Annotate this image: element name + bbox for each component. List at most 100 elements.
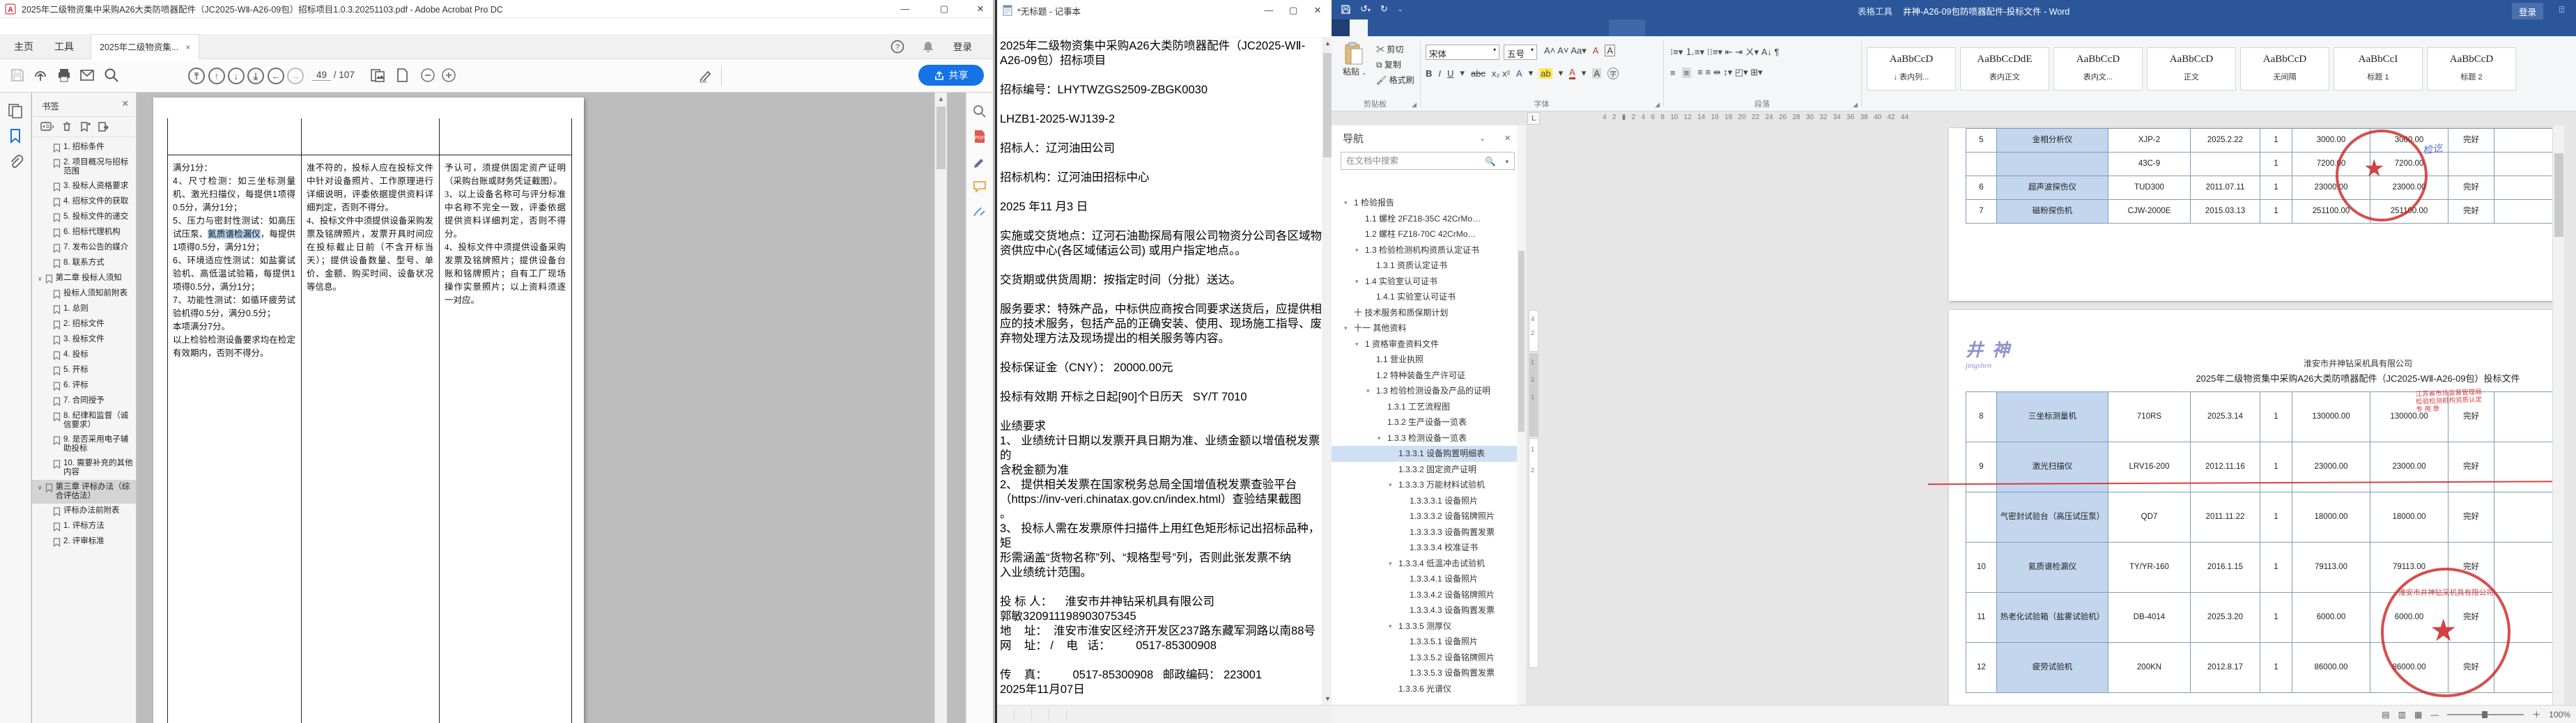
document-scrollbar[interactable] — [2552, 125, 2564, 705]
nav-caret-icon[interactable] — [1400, 634, 1407, 650]
nav-caret-icon[interactable] — [1389, 681, 1396, 697]
qat-customize-icon[interactable]: ⌄ — [1398, 6, 1403, 13]
search-icon[interactable] — [103, 67, 121, 85]
nav-caret-icon[interactable] — [1400, 665, 1407, 681]
nav-caret-icon[interactable]: ▾ — [1355, 336, 1362, 352]
font-size-select[interactable]: 五号 ▾ — [1504, 45, 1537, 60]
ribbon-tab[interactable] — [1549, 20, 1567, 36]
bookmark-item[interactable]: 评标办法前附表 — [32, 504, 136, 519]
nav-caret-icon[interactable] — [1366, 352, 1373, 368]
undo-icon[interactable]: ↺▾ — [1360, 3, 1371, 15]
tab-close-icon[interactable]: × — [185, 42, 190, 52]
bookmark-item[interactable]: 7. 发布公告的媒介 — [32, 240, 136, 256]
nav-caret-icon[interactable] — [1400, 571, 1407, 587]
nav-heading-item[interactable]: 1.1 螺栓 2FZ18-35C 42CrMo… — [1332, 211, 1517, 227]
bookmarks-close-icon[interactable]: ✕ — [122, 98, 129, 109]
dialog-launcher-icon[interactable]: ◢ — [1412, 101, 1417, 109]
attachments-panel-icon[interactable] — [7, 154, 24, 171]
zoom-out-icon[interactable] — [419, 67, 438, 85]
nav-heading-item[interactable]: ▾ 1.3.3.4 低温冲击试验机 — [1332, 556, 1517, 572]
table-row[interactable]: 7 磁粉探伤机 CJW-2000E 2015.03.13 1 251100.00… — [1966, 200, 2564, 224]
bookmark-item[interactable]: 3. 投标人资格要求 — [32, 179, 136, 194]
font-grow-shrink-icons[interactable]: A˄ A˅ Aa▾ A A — [1544, 45, 1616, 56]
tab-tools[interactable]: 工具 — [45, 34, 84, 59]
page-previous[interactable]: 5 金相分析仪 XJP-2 2025.2.22 1 3000.00 3000.0… — [1949, 128, 2564, 301]
bookmark-item[interactable]: 2. 招标文件 — [32, 317, 136, 332]
nav-heading-item[interactable]: 1.3.3.2 固定资产证明 — [1332, 462, 1517, 478]
nav-heading-item[interactable]: 十 技术服务和质保期计划 — [1332, 305, 1517, 321]
comment-icon[interactable] — [972, 179, 987, 194]
zoom-out-icon[interactable]: — — [2430, 710, 2439, 720]
nav-caret-icon[interactable] — [1400, 493, 1407, 509]
bookmark-item[interactable]: 1. 评标方法 — [32, 519, 136, 534]
bookmark-item[interactable]: 7. 合同授予 — [32, 394, 136, 409]
style-card[interactable]: AaBbCcD 正文 — [2147, 47, 2236, 91]
cloud-upload-icon[interactable] — [32, 67, 50, 85]
nav-caret-icon[interactable] — [1400, 587, 1407, 603]
nav-caret-icon[interactable]: ▾ — [1344, 195, 1351, 211]
share-button[interactable]: 共享 — [918, 65, 984, 86]
nav-heading-item[interactable]: 1.3.3.5.1 设备照片 — [1332, 634, 1517, 650]
save-icon[interactable] — [9, 67, 27, 85]
format-painter-button[interactable]: 🖌 格式刷 — [1376, 74, 1414, 86]
nav-caret-icon[interactable]: ▾ — [1389, 477, 1396, 493]
nav-caret-icon[interactable] — [1355, 211, 1362, 227]
edit-pdf-icon[interactable] — [972, 154, 987, 169]
ribbon-tab[interactable] — [1476, 20, 1495, 36]
nav-heading-item[interactable]: 1.3.2 生产设备一览表 — [1332, 414, 1517, 430]
search-icon[interactable]: 🔍 — [1485, 153, 1496, 170]
copy-button[interactable]: ⧉ 复制 — [1376, 59, 1401, 70]
bookmarks-panel-icon[interactable] — [7, 127, 24, 144]
nav-heading-item[interactable]: ▾ 1.3.3.5 测厚仪 — [1332, 619, 1517, 635]
nav-caret-icon[interactable]: ▾ — [1378, 430, 1385, 446]
word-login-button[interactable]: 登录 — [2512, 3, 2544, 20]
notepad-close-button[interactable]: ✕ — [1306, 1, 1329, 20]
nav-heading-item[interactable]: 1.3.3.4.2 设备铭牌照片 — [1332, 587, 1517, 603]
print-layout-icon[interactable]: ▥ — [2398, 710, 2406, 720]
nav-search-input[interactable]: 在文档中搜索 🔍 ▾ — [1341, 152, 1515, 170]
bookmark-goto-icon[interactable] — [98, 121, 109, 132]
nav-heading-item[interactable]: ▾ 1.4 实验室认可证书 — [1332, 274, 1517, 290]
tab-selector[interactable]: L — [1527, 112, 1540, 125]
notepad-maximize-button[interactable]: ▢ — [1281, 1, 1305, 20]
zoom-in-icon[interactable]: ＋ — [2532, 708, 2540, 720]
nav-heading-item[interactable]: 1.3.3.5.2 设备铭牌照片 — [1332, 650, 1517, 666]
acrobat-maximize-button[interactable]: ▢ — [932, 0, 956, 18]
nav-caret-icon[interactable] — [1366, 258, 1373, 274]
ribbon-tab[interactable] — [1368, 20, 1386, 36]
zoom-in-icon[interactable] — [440, 67, 458, 85]
export-pdf-icon[interactable]: PDF — [972, 129, 987, 144]
bookmark-item[interactable]: 6. 评标 — [32, 378, 136, 394]
ribbon-tab[interactable] — [1386, 20, 1404, 36]
nav-heading-item[interactable]: 1.3.3.4.3 设备购置发票 — [1332, 602, 1517, 619]
nav-caret-icon[interactable] — [1355, 226, 1362, 242]
ribbon-tab[interactable] — [1627, 20, 1645, 36]
ribbon-tab[interactable] — [1332, 20, 1350, 36]
bookmark-item[interactable]: 4. 招标文件的获取 — [32, 194, 136, 210]
nav-heading-item[interactable]: 1.4.1 实验室认可证书 — [1332, 289, 1517, 305]
email-icon[interactable] — [79, 67, 97, 85]
nav-heading-item[interactable]: ▾ 十一 其他资料 — [1332, 320, 1517, 336]
nav-options-chevron-icon[interactable]: ⌄ — [1479, 134, 1486, 143]
bookmark-caret-icon[interactable]: ∨ — [38, 274, 43, 283]
zoom-slider[interactable] — [2447, 710, 2524, 718]
nav-heading-item[interactable]: 1.3.3.4.1 设备照片 — [1332, 571, 1517, 587]
ribbon-tab[interactable] — [1350, 20, 1368, 36]
align-icons[interactable]: ≡ ≡ ≡ ≡ ⇹ ↕▾ ◰▾ ⊞▾ — [1670, 67, 1763, 78]
tab-document[interactable]: 2025年二级物资集... × — [91, 34, 200, 59]
bookmark-item[interactable]: 5. 投标文件的递交 — [32, 210, 136, 225]
nav-heading-item[interactable]: 1.3.3.5.3 设备购置发票 — [1332, 665, 1517, 681]
cut-button[interactable]: ✂ 剪切 — [1376, 43, 1403, 55]
prev-page-icon[interactable]: ↑ — [208, 68, 225, 84]
print-icon[interactable] — [56, 67, 74, 85]
nav-caret-icon[interactable] — [1366, 289, 1373, 305]
nav-caret-icon[interactable]: ▾ — [1355, 242, 1362, 258]
list-icons[interactable]: ⁝≡▾ ⒈≡▾ ⁝⁝≡▾ ⇤ ⇥ ㄨ▾ A↓ ¶ — [1670, 45, 1779, 58]
pdf-scrollbar[interactable]: ▲ — [934, 93, 947, 723]
first-page-icon[interactable]: ⤒ — [188, 68, 205, 84]
nav-scrollbar[interactable] — [1517, 125, 1526, 705]
nav-caret-icon[interactable] — [1378, 399, 1385, 415]
page-thumbnails-icon[interactable] — [369, 67, 387, 85]
help-icon[interactable]: ? — [890, 40, 904, 54]
bookmark-item[interactable]: 10. 需要补充的其他内容 — [32, 456, 136, 480]
